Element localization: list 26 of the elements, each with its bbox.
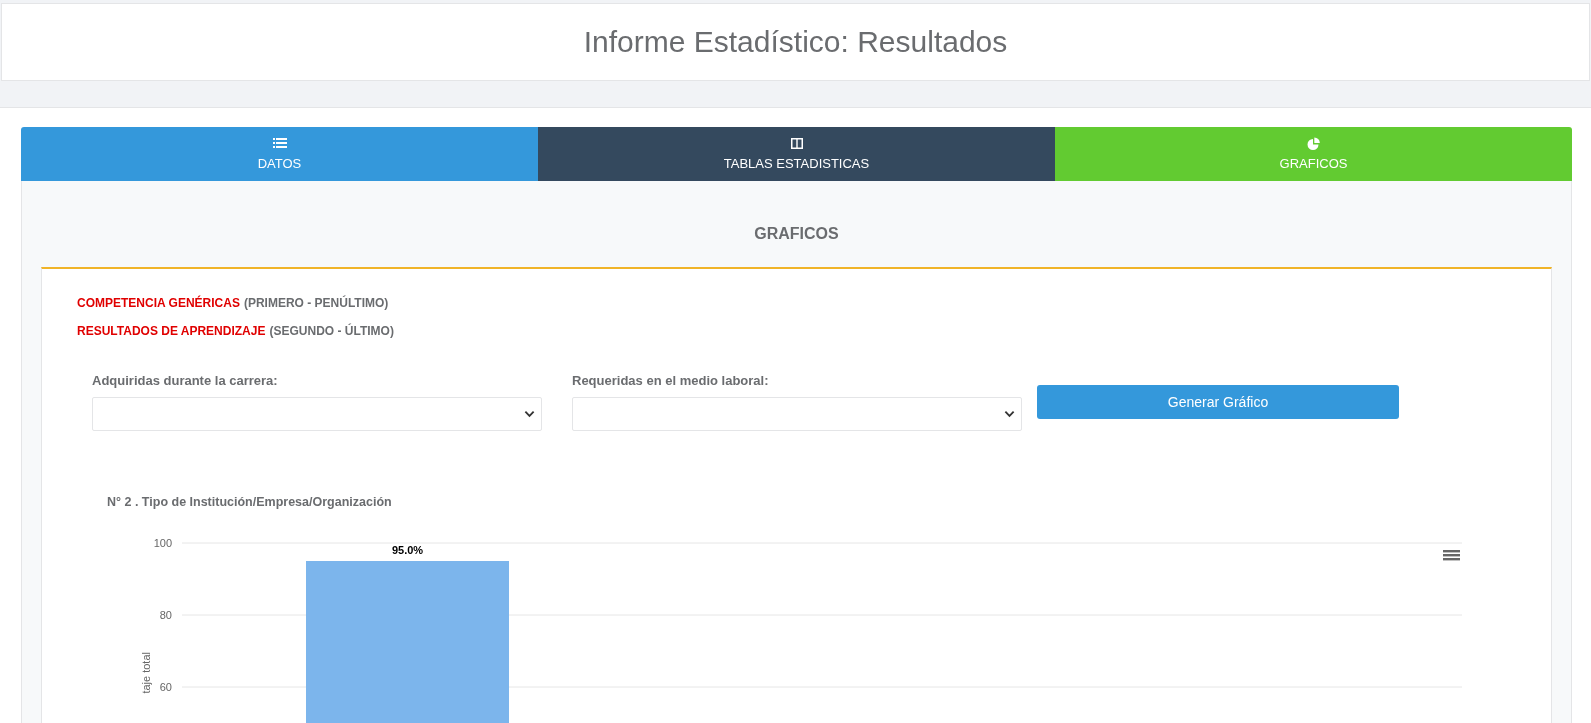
tab[interactable]: GRAFICOS xyxy=(1055,127,1572,181)
chevron-down-icon xyxy=(1004,410,1015,418)
generate-chart-button[interactable]: Generar Gráfico xyxy=(1037,385,1399,419)
tab[interactable]: TABLAS ESTADISTICAS xyxy=(538,127,1055,181)
legend-category: RESULTADOS DE APRENDIZAJE xyxy=(77,324,266,338)
tab[interactable]: DATOS xyxy=(21,127,538,181)
legend-category: COMPETENCIA GENÉRICAS xyxy=(77,296,240,310)
columns-icon xyxy=(789,137,804,150)
chevron-down-icon xyxy=(524,410,535,418)
pie-chart-icon xyxy=(1306,137,1321,150)
page-title: Informe Estadístico: Resultados xyxy=(583,25,1008,59)
section-heading: GRAFICOS xyxy=(753,224,840,244)
dropdown-field[interactable] xyxy=(92,397,542,431)
field-label: Requeridas en el medio laboral: xyxy=(572,373,770,388)
y-axis-title: taje total xyxy=(140,652,152,694)
legend-range: (SEGUNDO - ÚLTIMO) xyxy=(269,324,394,338)
data-label: 95.0% xyxy=(391,544,424,556)
field-label: Adquiridas durante la carrera: xyxy=(92,373,279,388)
y-axis-label: 60 xyxy=(159,681,172,693)
menu-icon[interactable] xyxy=(1443,550,1460,561)
legend-range: (PRIMERO - PENÚLTIMO) xyxy=(243,296,389,310)
chart-title: N° 2 . Tipo de Institución/Empresa/Organización xyxy=(106,494,393,509)
y-axis-label: 80 xyxy=(159,609,172,621)
list-icon xyxy=(272,137,287,150)
dropdown-field[interactable] xyxy=(572,397,1022,431)
y-axis-label: 100 xyxy=(153,537,172,549)
